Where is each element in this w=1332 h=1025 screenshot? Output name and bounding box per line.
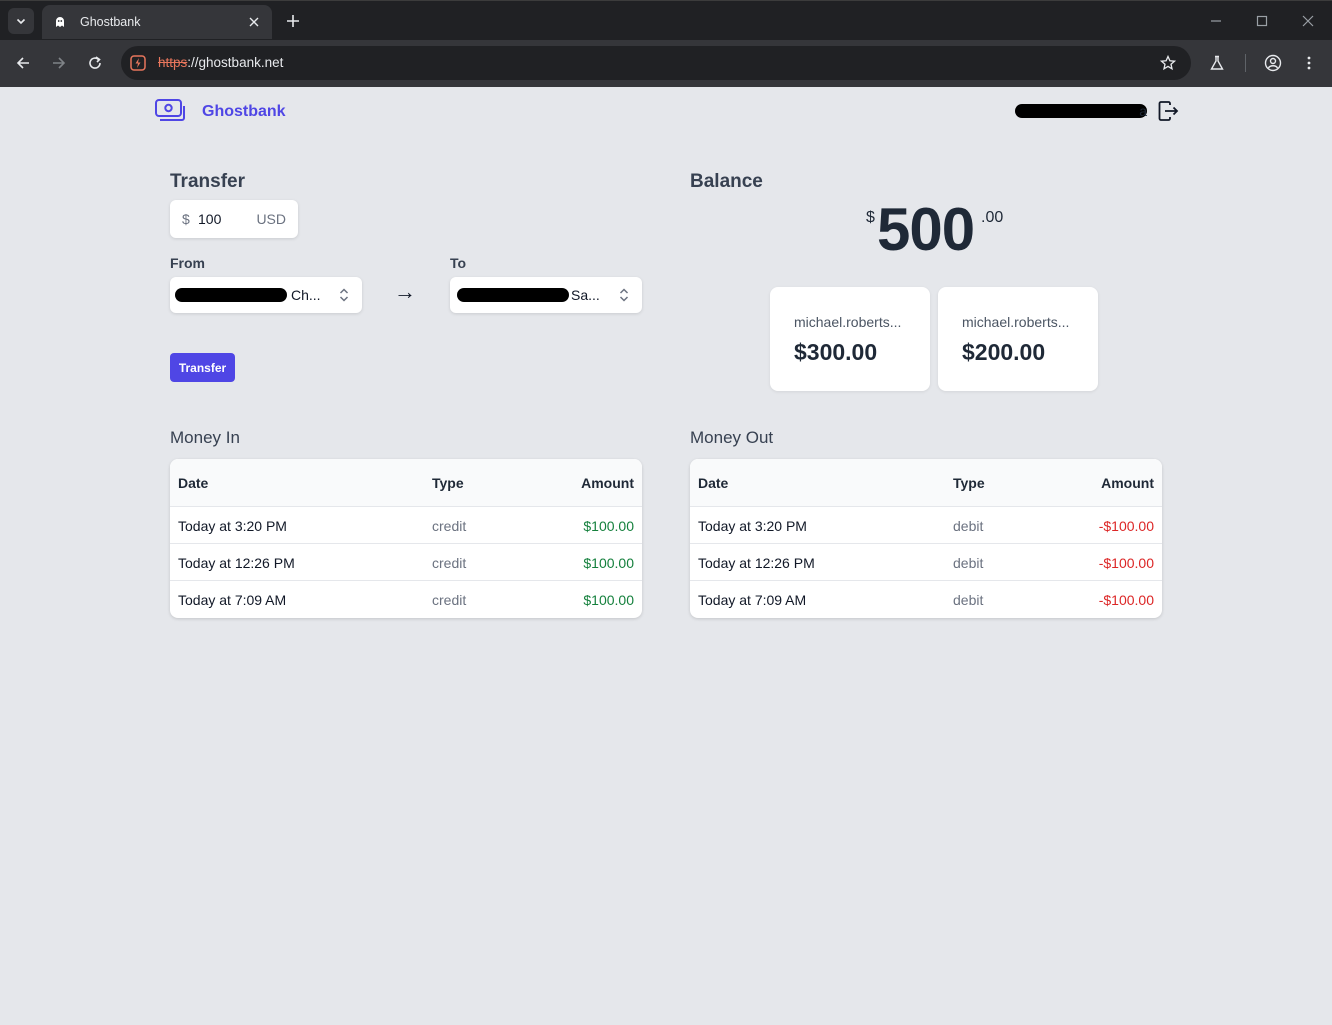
brand[interactable]: Ghostbank (155, 99, 286, 125)
redaction-mark (457, 288, 569, 302)
page-content: Ghostbank a Transfer $ 100 USD From Ch..… (0, 87, 1332, 1025)
reload-icon[interactable] (84, 52, 106, 74)
row-date: Today at 12:26 PM (178, 555, 295, 571)
row-type: debit (953, 518, 984, 534)
to-account-select[interactable]: Sa... (450, 277, 642, 313)
new-tab-icon[interactable] (282, 10, 304, 32)
amount-currency-symbol: $ (182, 211, 190, 227)
tab-title: Ghostbank (80, 15, 141, 29)
balance-whole: 500 (877, 196, 975, 263)
balance-currency-symbol: $ (866, 209, 875, 226)
row-type: credit (432, 555, 467, 571)
from-account-value: Ch... (291, 287, 321, 303)
row-amount: -$100.00 (1098, 555, 1154, 571)
chevron-down-icon (16, 18, 26, 25)
logout-icon[interactable] (1157, 100, 1179, 122)
column-header-type: Type (432, 475, 464, 491)
select-chevrons-icon (339, 288, 349, 302)
table-header: Date Type Amount (690, 459, 1162, 507)
row-type: credit (432, 592, 467, 608)
maximize-icon[interactable] (1254, 13, 1270, 29)
brand-name: Ghostbank (202, 103, 286, 120)
select-chevrons-icon (619, 288, 629, 302)
to-account-value: Sa... (571, 287, 600, 303)
account-name: michael.roberts... (962, 314, 1070, 330)
account-card[interactable]: michael.roberts... $200.00 (938, 287, 1098, 391)
forward-icon[interactable] (48, 52, 70, 74)
amount-currency-code: USD (256, 211, 286, 227)
redaction-mark (1015, 104, 1147, 118)
url-scheme: https (158, 55, 188, 70)
row-amount: -$100.00 (1098, 592, 1154, 608)
row-amount: $100.00 (583, 518, 634, 534)
table-row: Today at 7:09 AM debit -$100.00 (690, 581, 1162, 618)
close-tab-icon[interactable] (246, 14, 262, 30)
row-date: Today at 3:20 PM (178, 518, 287, 534)
browser-tab-bar: Ghostbank (0, 0, 1332, 40)
minimize-icon[interactable] (1208, 13, 1224, 29)
amount-input[interactable]: $ 100 USD (170, 200, 298, 238)
money-in-table: Date Type Amount Today at 3:20 PM credit… (170, 459, 642, 618)
browser-toolbar: https://ghostbank.net (0, 40, 1332, 87)
row-amount: $100.00 (583, 555, 634, 571)
table-row: Today at 7:09 AM credit $100.00 (170, 581, 642, 618)
menu-kebab-icon[interactable] (1298, 52, 1320, 74)
url-host: ://ghostbank.net (187, 55, 284, 70)
site-info-icon[interactable] (129, 54, 147, 72)
money-out-heading: Money Out (690, 428, 774, 447)
money-in-heading: Money In (170, 428, 240, 447)
table-row: Today at 12:26 PM debit -$100.00 (690, 544, 1162, 581)
money-out-table: Date Type Amount Today at 3:20 PM debit … (690, 459, 1162, 618)
column-header-date: Date (698, 475, 729, 491)
account-balance: $200.00 (962, 339, 1046, 365)
url-text[interactable]: https://ghostbank.net (158, 55, 283, 70)
from-label: From (170, 255, 205, 271)
banknote-logo-icon (155, 99, 185, 121)
balance-heading: Balance (690, 171, 763, 192)
column-header-amount: Amount (1101, 475, 1154, 491)
row-type: debit (953, 555, 984, 571)
table-header: Date Type Amount (170, 459, 642, 507)
ghost-favicon-icon (52, 14, 68, 30)
account-name: michael.roberts... (794, 314, 902, 330)
column-header-date: Date (178, 475, 209, 491)
to-label: To (450, 255, 467, 271)
user-name-tail: a (1139, 103, 1147, 119)
row-date: Today at 7:09 AM (698, 592, 807, 608)
table-row: Today at 3:20 PM debit -$100.00 (690, 507, 1162, 544)
balance-total: $ 500 .00 (866, 195, 1006, 263)
browser-tab[interactable]: Ghostbank (42, 5, 272, 39)
account-card[interactable]: michael.roberts... $300.00 (770, 287, 930, 391)
labs-flask-icon[interactable] (1206, 52, 1228, 74)
profile-icon[interactable] (1262, 52, 1284, 74)
column-header-type: Type (953, 475, 985, 491)
row-amount: -$100.00 (1098, 518, 1154, 534)
account-balance: $300.00 (794, 339, 878, 365)
balance-cents: .00 (981, 209, 1004, 226)
from-account-select[interactable]: Ch... (170, 277, 362, 313)
row-date: Today at 3:20 PM (698, 518, 807, 534)
transfer-button[interactable]: Transfer (170, 353, 235, 382)
bookmark-star-icon[interactable] (1159, 54, 1177, 72)
user-name: a (1015, 102, 1147, 120)
back-icon[interactable] (12, 52, 34, 74)
address-bar[interactable]: https://ghostbank.net (121, 46, 1191, 80)
tab-search-button[interactable] (8, 8, 34, 34)
row-type: credit (432, 518, 467, 534)
row-type: debit (953, 592, 984, 608)
column-header-amount: Amount (581, 475, 634, 491)
table-row: Today at 3:20 PM credit $100.00 (170, 507, 642, 544)
row-amount: $100.00 (583, 592, 634, 608)
row-date: Today at 12:26 PM (698, 555, 815, 571)
table-row: Today at 12:26 PM credit $100.00 (170, 544, 642, 581)
transfer-direction-arrow: → (394, 279, 416, 304)
row-date: Today at 7:09 AM (178, 592, 287, 608)
toolbar-divider (1245, 54, 1246, 72)
amount-value[interactable]: 100 (198, 211, 256, 227)
close-window-icon[interactable] (1300, 13, 1316, 29)
transfer-heading: Transfer (170, 171, 245, 192)
redaction-mark (175, 288, 287, 302)
